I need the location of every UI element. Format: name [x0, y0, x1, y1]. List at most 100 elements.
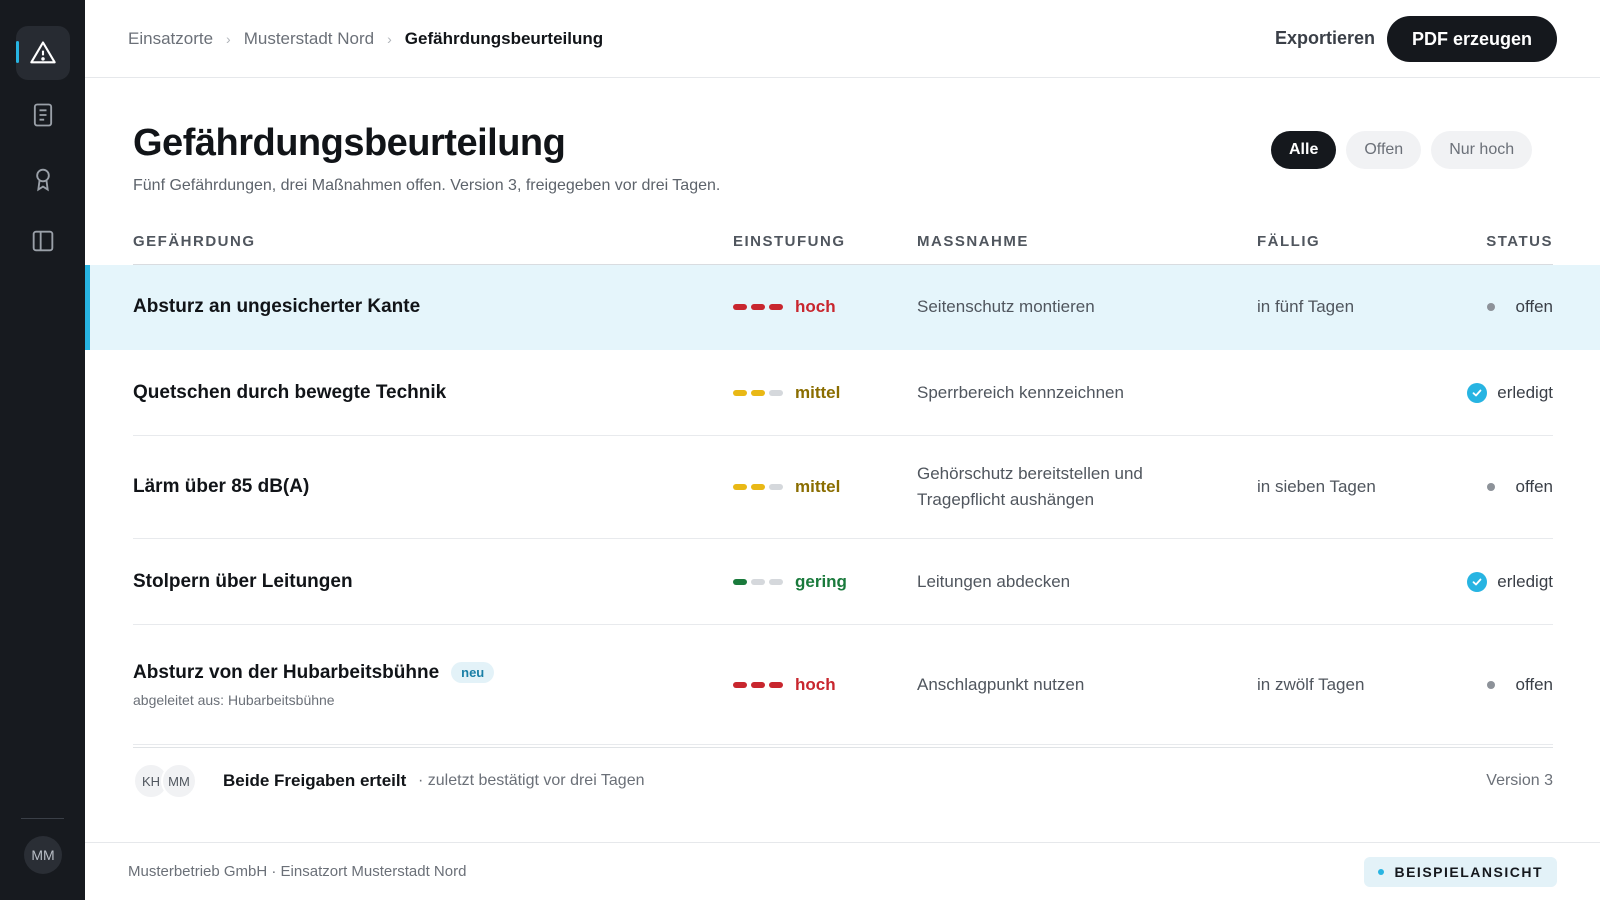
avatar[interactable]: MM	[161, 763, 197, 799]
row-content: Quetschen durch bewegte Technik mittel Spe…	[133, 350, 1553, 436]
breadcrumb: Einsatzorte › Musterstadt Nord › Gefährd…	[128, 29, 603, 49]
row-content: Absturz an ungesicherter Kante hoch Seiten…	[133, 265, 1553, 350]
risk-level: mittel	[733, 477, 840, 497]
risk-level-segment	[751, 304, 765, 310]
export-button[interactable]: Exportieren	[1275, 28, 1375, 49]
approver-avatars: KH MM	[133, 763, 197, 799]
warning-icon	[30, 41, 56, 64]
measure-text: Tragepflicht aushängen	[917, 490, 1095, 509]
award-icon	[36, 168, 50, 192]
hazard-name: Lärm über 85 dB(A)	[133, 476, 310, 497]
measure-text: Leitungen abdecken	[917, 571, 1071, 591]
status-badge[interactable]: offen	[1487, 477, 1553, 497]
page-subtitle: Fünf Gefährdungen, drei Maßnahmen offen.…	[133, 177, 721, 194]
pdf-generate-button[interactable]: PDF erzeugen	[1387, 16, 1557, 62]
table-row[interactable]: Lärm über 85 dB(A) mittel Gehörschutz bere…	[85, 436, 1600, 539]
risk-level-segment	[733, 681, 747, 688]
due-date: in fünf Tagen	[1257, 297, 1355, 316]
page-title: Gefährdungsbeurteilung	[133, 122, 566, 164]
risk-level-label: gering	[795, 571, 847, 591]
risk-level-segment	[733, 484, 747, 490]
sidebar-divider	[21, 818, 64, 819]
measure-text: Seitenschutz montieren	[917, 297, 1095, 316]
status-badge[interactable]: erledigt	[1467, 382, 1553, 403]
check-icon	[1467, 571, 1488, 592]
status-dot-icon	[1487, 303, 1496, 311]
measure-cell: Leitungen abdecken	[917, 569, 1070, 595]
sidebar: MM	[0, 0, 85, 900]
measure-cell: Seitenschutz montieren	[917, 294, 1095, 320]
chevron-right-icon: ›	[387, 31, 392, 47]
status-dot-icon	[1487, 680, 1496, 689]
risk-level: hoch	[733, 675, 836, 695]
risk-level-segment	[733, 389, 747, 396]
hazard-cell: Quetschen durch bewegte Technik	[133, 382, 446, 404]
measure-cell: Anschlagpunkt nutzen	[917, 672, 1084, 698]
derived-from-label: abgeleitet aus: Hubarbeitsbühne	[133, 691, 335, 708]
table-row[interactable]: Absturz an ungesicherter Kante hoch Seiten…	[85, 265, 1600, 350]
table-row[interactable]: Absturz von der Hubarbeitsbühne neu abgele…	[85, 625, 1600, 745]
row-content: Absturz von der Hubarbeitsbühne neu abgele…	[133, 625, 1553, 745]
breadcrumb-item[interactable]: Einsatzorte	[128, 29, 213, 49]
risk-level-segment	[751, 389, 765, 396]
sidebar-item-panel[interactable]	[16, 214, 70, 268]
risk-level-segment	[751, 681, 765, 688]
breadcrumb-current: Gefährdungsbeurteilung	[404, 29, 604, 48]
status-badge[interactable]: erledigt	[1467, 571, 1553, 592]
risk-level-indicator	[733, 578, 783, 585]
status-badge[interactable]: offen	[1487, 675, 1553, 695]
hazard-name: Absturz von der Hubarbeitsbühne	[133, 661, 440, 683]
filter-all[interactable]: Alle	[1271, 131, 1337, 169]
risk-level-label: hoch	[795, 674, 836, 694]
risk-level-indicator	[733, 484, 783, 490]
risk-level-indicator	[733, 681, 783, 688]
status-label: offen	[1515, 297, 1553, 316]
user-avatar[interactable]: MM	[24, 836, 62, 874]
risk-level: mittel	[733, 383, 840, 403]
column-due[interactable]: FÄLLIG	[1257, 233, 1320, 250]
table-header: GEFÄHRDUNG EINSTUFUNG MASSNAHME FÄLLIG S…	[133, 230, 1553, 265]
check-icon	[1467, 382, 1488, 403]
risk-level-segment	[751, 484, 765, 490]
column-measure[interactable]: MASSNAHME	[917, 233, 1029, 250]
hazard-cell: Absturz an ungesicherter Kante	[133, 296, 420, 318]
risk-level-label: mittel	[795, 382, 841, 402]
sidebar-item-documents[interactable]	[16, 88, 70, 142]
status-label: offen	[1515, 674, 1553, 694]
measure-text: Gehörschutz bereitstellen und	[917, 464, 1143, 483]
approval-note: · zuletzt bestätigt vor drei Tagen	[418, 772, 645, 789]
table-row[interactable]: Stolpern über Leitungen gering Leitungen a…	[85, 539, 1600, 625]
demo-badge: BEISPIELANSICHT	[1364, 857, 1557, 887]
hazard-name: Quetschen durch bewegte Technik	[133, 381, 447, 403]
new-badge: neu	[451, 661, 495, 683]
column-rating[interactable]: EINSTUFUNG	[733, 233, 846, 250]
status-dot-icon	[1487, 483, 1496, 491]
chevron-right-icon: ›	[226, 31, 231, 47]
version-label: Version 3	[1486, 772, 1553, 789]
sidebar-item-certificates[interactable]	[16, 152, 70, 206]
approval-title: Beide Freigaben erteilt	[223, 771, 407, 790]
risk-level-segment	[733, 578, 747, 585]
hazard-cell: Lärm über 85 dB(A)	[133, 476, 309, 498]
footer: Musterbetrieb GmbH · Einsatzort Musterst…	[85, 842, 1600, 900]
table-row[interactable]: Quetschen durch bewegte Technik mittel Spe…	[85, 350, 1600, 436]
filter-high-only[interactable]: Nur hoch	[1431, 131, 1533, 169]
measure-cell: Gehörschutz bereitstellen und Tragepflich…	[917, 461, 1143, 513]
sidebar-item-hazards[interactable]	[16, 26, 70, 80]
row-content: Lärm über 85 dB(A) mittel Gehörschutz bere…	[133, 436, 1553, 539]
approval-summary: KH MM Beide Freigaben erteilt · zuletzt …	[133, 760, 1553, 804]
hazard-name: Absturz an ungesicherter Kante	[133, 296, 421, 317]
due-date: in zwölf Tagen	[1257, 674, 1365, 694]
status-label: erledigt	[1497, 382, 1553, 402]
status-badge[interactable]: offen	[1487, 297, 1553, 317]
status-label: erledigt	[1497, 571, 1553, 591]
column-hazard[interactable]: GEFÄHRDUNG	[133, 233, 256, 250]
measure-text: Sperrbereich kennzeichnen	[917, 382, 1124, 402]
breadcrumb-item[interactable]: Musterstadt Nord	[244, 29, 374, 49]
hazard-cell: Absturz von der Hubarbeitsbühne neu abgele…	[133, 661, 495, 708]
risk-level-segment	[733, 304, 747, 310]
filter-open[interactable]: Offen	[1346, 131, 1422, 169]
risk-level-segment	[769, 484, 783, 490]
measure-text: Anschlagpunkt nutzen	[917, 674, 1085, 694]
column-status[interactable]: STATUS	[1486, 233, 1553, 250]
